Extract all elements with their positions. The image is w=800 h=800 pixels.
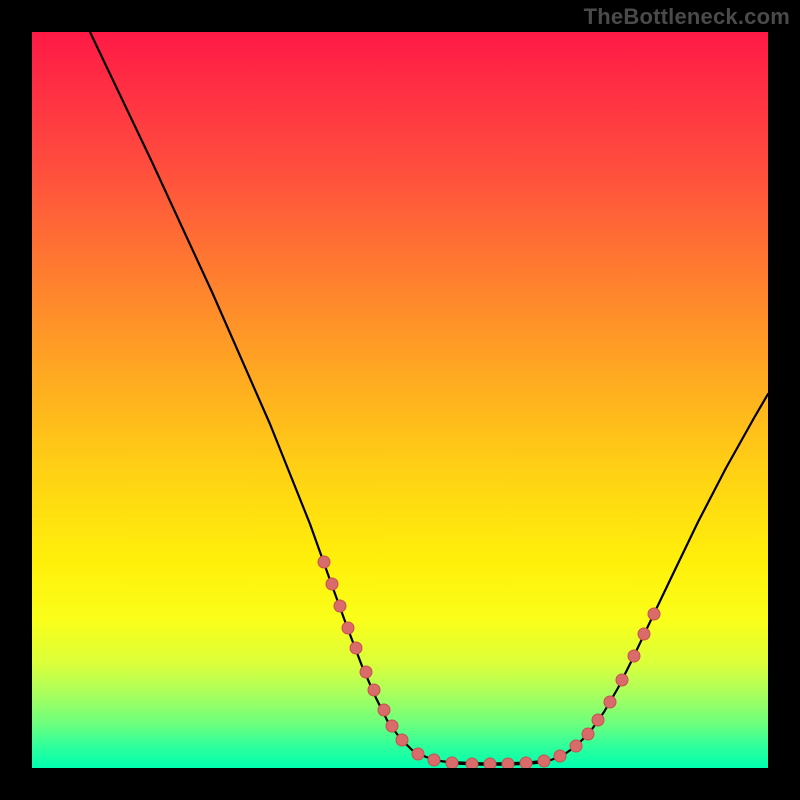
- highlight-dot: [520, 757, 532, 768]
- highlight-dot: [326, 578, 338, 590]
- highlight-dot: [386, 720, 398, 732]
- highlight-dot: [466, 758, 478, 768]
- highlight-dot: [446, 757, 458, 768]
- watermark-text: TheBottleneck.com: [584, 4, 790, 30]
- bottleneck-curve: [90, 32, 768, 764]
- highlight-dot: [334, 600, 346, 612]
- chart-frame: TheBottleneck.com: [0, 0, 800, 800]
- highlight-dot: [342, 622, 354, 634]
- highlight-dot: [318, 556, 330, 568]
- highlight-dot: [484, 758, 496, 768]
- highlight-dot: [538, 755, 550, 767]
- highlight-dots-group: [318, 556, 660, 768]
- highlight-dot: [648, 608, 660, 620]
- highlight-dot: [604, 696, 616, 708]
- highlight-dot: [638, 628, 650, 640]
- highlight-dot: [428, 754, 440, 766]
- highlight-dot: [582, 728, 594, 740]
- curve-left-branch: [90, 32, 456, 763]
- highlight-dot: [378, 704, 390, 716]
- plot-area: [32, 32, 768, 768]
- highlight-dot: [616, 674, 628, 686]
- highlight-dot: [502, 758, 514, 768]
- highlight-dot: [554, 750, 566, 762]
- curve-right-branch: [548, 394, 768, 761]
- highlight-dot: [368, 684, 380, 696]
- highlight-dot: [412, 748, 424, 760]
- highlight-dot: [396, 734, 408, 746]
- highlight-dot: [350, 642, 362, 654]
- highlight-dot: [592, 714, 604, 726]
- highlight-dot: [628, 650, 640, 662]
- curve-overlay: [32, 32, 768, 768]
- highlight-dot: [570, 740, 582, 752]
- highlight-dot: [360, 666, 372, 678]
